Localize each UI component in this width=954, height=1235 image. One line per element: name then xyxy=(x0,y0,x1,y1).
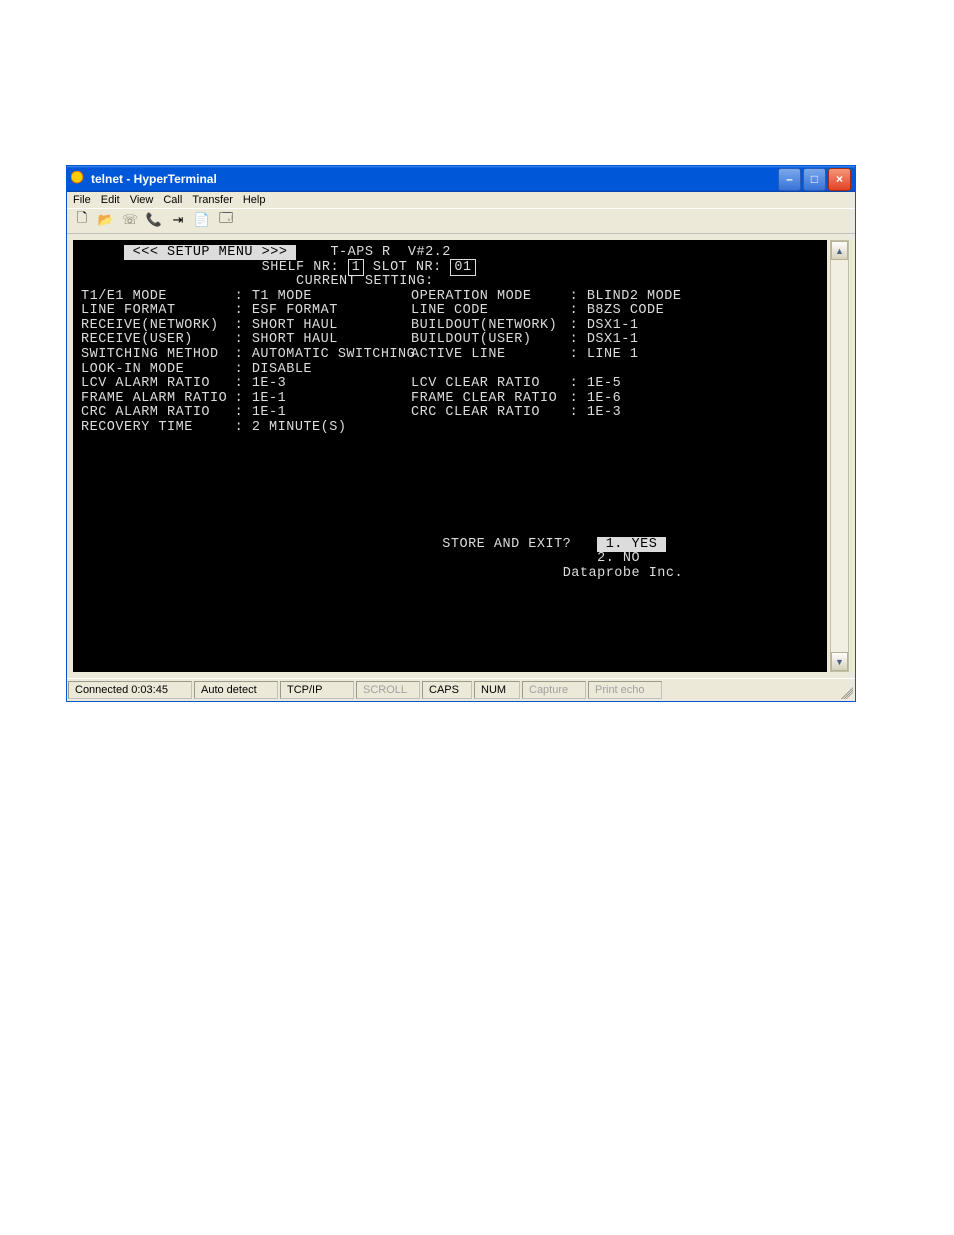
company-name: Dataprobe Inc. xyxy=(563,566,683,581)
setting-label: LCV CLEAR RATIO xyxy=(411,377,561,392)
setting-label: LINE FORMAT xyxy=(81,304,226,319)
client-area: <<< SETUP MENU >>> T-APS R V#2.2 SHELF N… xyxy=(67,234,855,678)
setting-value: T1 MODE xyxy=(252,289,312,304)
status-num: NUM xyxy=(474,681,520,699)
setting-label: CRC CLEAR RATIO xyxy=(411,406,561,421)
setting-value: DISABLE xyxy=(252,362,312,377)
slot-label: SLOT NR: xyxy=(373,260,442,275)
menu-file[interactable]: File xyxy=(73,194,91,206)
current-setting-label: CURRENT SETTING: xyxy=(296,274,434,289)
setting-label: OPERATION MODE xyxy=(411,290,561,305)
minimize-button[interactable]: – xyxy=(778,168,801,191)
disconnect-icon[interactable]: 📞 xyxy=(145,211,163,229)
status-protocol: TCP/IP xyxy=(280,681,354,699)
scroll-down-icon[interactable]: ▼ xyxy=(831,652,848,671)
menu-view[interactable]: View xyxy=(130,194,154,206)
setting-label: ACTIVE LINE xyxy=(411,348,561,363)
vertical-scrollbar[interactable]: ▲ ▼ xyxy=(830,240,849,672)
setting-value: LINE 1 xyxy=(587,347,639,362)
setting-label: FRAME CLEAR RATIO xyxy=(411,392,561,407)
setting-value: BLIND2 MODE xyxy=(587,289,682,304)
status-capture: Capture xyxy=(522,681,586,699)
setting-value: B8ZS CODE xyxy=(587,303,664,318)
setting-value: 1E-3 xyxy=(252,376,286,391)
status-caps: CAPS xyxy=(422,681,472,699)
status-printecho: Print echo xyxy=(588,681,662,699)
setting-label: LOOK-IN MODE xyxy=(81,363,226,378)
setting-value: SHORT HAUL xyxy=(252,318,338,333)
setting-label: RECOVERY TIME xyxy=(81,421,226,436)
send-icon[interactable]: ⇥ xyxy=(169,211,187,229)
app-icon xyxy=(71,171,87,187)
menu-transfer[interactable]: Transfer xyxy=(192,194,233,206)
resize-grip-icon[interactable] xyxy=(837,679,855,701)
connect-icon[interactable]: ☏ xyxy=(121,211,139,229)
titlebar[interactable]: telnet - HyperTerminal – □ × xyxy=(67,166,855,192)
new-file-icon[interactable]: 🗋 xyxy=(73,211,91,229)
menu-call[interactable]: Call xyxy=(163,194,182,206)
setting-label: RECEIVE(USER) xyxy=(81,333,226,348)
menu-help[interactable]: Help xyxy=(243,194,266,206)
setting-label: FRAME ALARM RATIO xyxy=(81,392,226,407)
receive-icon[interactable]: 📄 xyxy=(193,211,211,229)
close-button[interactable]: × xyxy=(828,168,851,191)
properties-icon[interactable]: 🗔 xyxy=(217,211,235,229)
setting-label: SWITCHING METHOD xyxy=(81,348,226,363)
setting-label: CRC ALARM RATIO xyxy=(81,406,226,421)
setting-value: 2 MINUTE(S) xyxy=(252,420,347,435)
product-version: T-APS R V#2.2 xyxy=(330,245,450,260)
terminal[interactable]: <<< SETUP MENU >>> T-APS R V#2.2 SHELF N… xyxy=(73,240,827,672)
shelf-label: SHELF NR: xyxy=(262,260,339,275)
setting-value: SHORT HAUL xyxy=(252,332,338,347)
statusbar: Connected 0:03:45 Auto detect TCP/IP SCR… xyxy=(67,678,855,701)
setting-label: RECEIVE(NETWORK) xyxy=(81,319,226,334)
setting-value: 1E-6 xyxy=(587,391,621,406)
setting-value: DSX1-1 xyxy=(587,332,639,347)
shelf-nr: 1 xyxy=(348,259,365,276)
setting-value: 1E-5 xyxy=(587,376,621,391)
status-autodetect: Auto detect xyxy=(194,681,278,699)
slot-nr: 01 xyxy=(450,259,475,276)
setting-value: 1E-1 xyxy=(252,391,286,406)
store-exit-prompt: STORE AND EXIT? xyxy=(442,537,571,552)
setting-value: DSX1-1 xyxy=(587,318,639,333)
setting-label: LCV ALARM RATIO xyxy=(81,377,226,392)
toolbar: 🗋 📂 ☏ 📞 ⇥ 📄 🗔 xyxy=(67,208,855,234)
prompt-option-yes[interactable]: 1. YES xyxy=(597,537,666,552)
setting-value: 1E-1 xyxy=(252,405,286,420)
setting-label: T1/E1 MODE xyxy=(81,290,226,305)
open-file-icon[interactable]: 📂 xyxy=(97,211,115,229)
setting-value: AUTOMATIC SWITCHING xyxy=(252,347,415,362)
setup-menu-label: <<< SETUP MENU >>> xyxy=(124,245,296,260)
maximize-button[interactable]: □ xyxy=(803,168,826,191)
setting-label: LINE CODE xyxy=(411,304,561,319)
setting-label: BUILDOUT(NETWORK) xyxy=(411,319,561,334)
menubar: File Edit View Call Transfer Help xyxy=(67,192,855,208)
menu-edit[interactable]: Edit xyxy=(101,194,120,206)
setting-label: BUILDOUT(USER) xyxy=(411,333,561,348)
status-scroll: SCROLL xyxy=(356,681,420,699)
prompt-option-no[interactable]: 2. NO xyxy=(597,551,640,566)
setting-value: 1E-3 xyxy=(587,405,621,420)
app-window: telnet - HyperTerminal – □ × File Edit V… xyxy=(66,165,856,702)
window-title: telnet - HyperTerminal xyxy=(91,172,778,186)
status-connected: Connected 0:03:45 xyxy=(68,681,192,699)
scroll-up-icon[interactable]: ▲ xyxy=(831,241,848,260)
setting-value: ESF FORMAT xyxy=(252,303,338,318)
